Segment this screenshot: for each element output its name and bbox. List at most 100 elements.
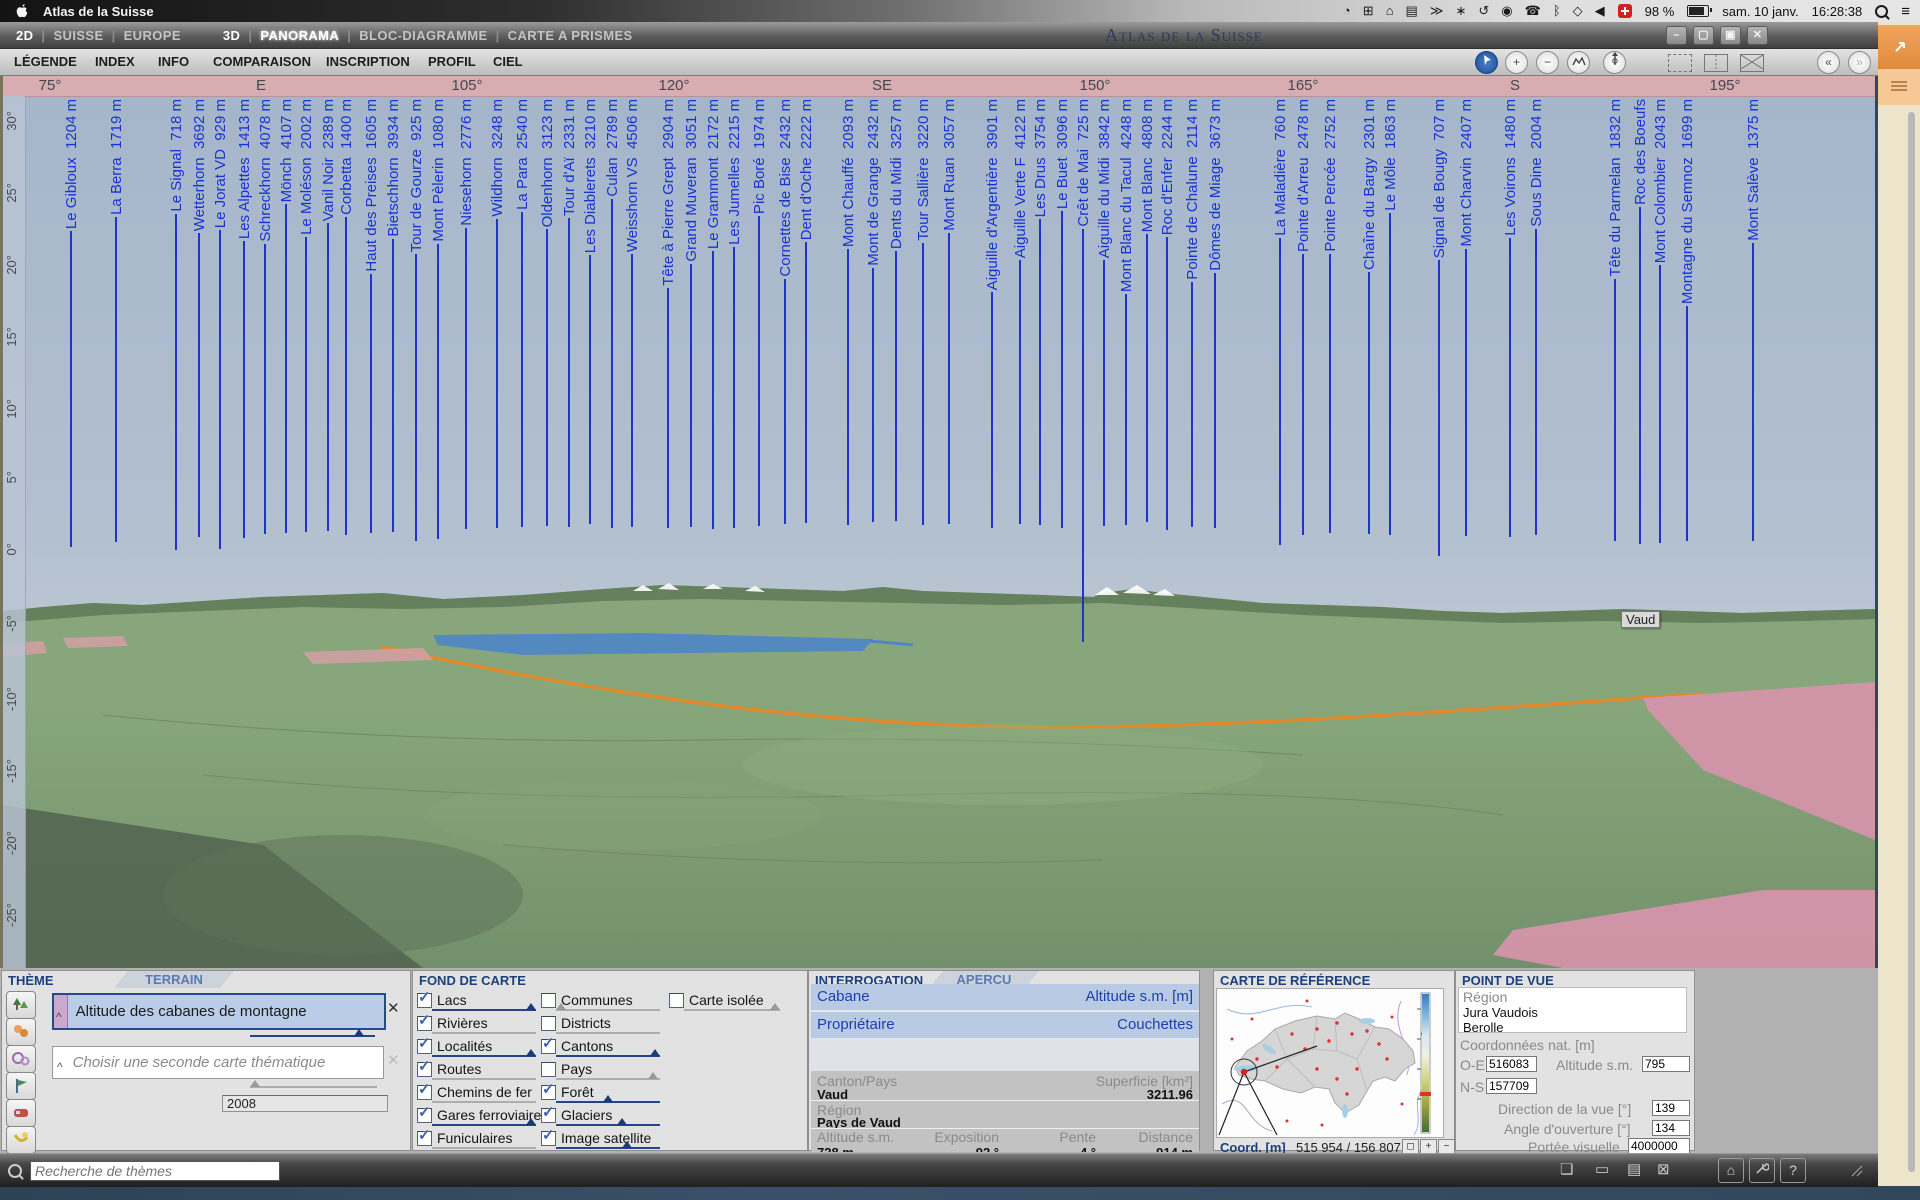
image-export-icon[interactable]: ⊠ [1657, 1160, 1670, 1178]
slider-handle[interactable] [648, 1072, 658, 1079]
keyboard-layout-swiss-icon[interactable] [1618, 4, 1632, 18]
volume-icon[interactable]: ◀ [1595, 0, 1605, 22]
mode-item-europe[interactable]: EUROPE [116, 28, 189, 43]
menu-time[interactable]: 16:28:38 [1812, 4, 1863, 19]
checkbox-cantons[interactable]: ✓ [541, 1039, 556, 1054]
mode-item-2d[interactable]: 2D [8, 28, 41, 43]
close-theme-icon[interactable]: ✕ [387, 999, 400, 1017]
layer-slider-communes[interactable] [556, 1009, 660, 1011]
menu-item-info[interactable]: INFO [158, 54, 189, 69]
slider-handle[interactable] [617, 1118, 627, 1125]
direction-field[interactable] [1652, 1100, 1690, 1116]
checkbox-rivie-res[interactable]: ✓ [417, 1016, 432, 1031]
menu-item-profil[interactable]: PROFIL [428, 54, 476, 69]
checkbox-gares-ferroviaires[interactable]: ✓ [417, 1108, 432, 1123]
layer-slider-carte-isole-e[interactable] [684, 1009, 780, 1011]
home-button[interactable]: ⌂ [1718, 1158, 1744, 1183]
menu-item-inscription[interactable]: INSCRIPTION [326, 54, 410, 69]
aperture-field[interactable] [1652, 1120, 1690, 1136]
widget-menu[interactable] [1878, 69, 1920, 105]
layer-slider-chemins-de-fer[interactable] [432, 1101, 536, 1103]
single-view-button[interactable] [1668, 54, 1692, 72]
notification-list-icon[interactable]: ≡ [1901, 3, 1910, 20]
checkbox-glaciers[interactable]: ✓ [541, 1108, 556, 1123]
layer-slider-localite-s[interactable] [432, 1055, 536, 1057]
slider-handle[interactable] [526, 1003, 536, 1010]
resize-grip[interactable] [1850, 1164, 1864, 1182]
theme-rail-communication-icon[interactable] [6, 1126, 36, 1154]
ns-field[interactable] [1486, 1078, 1537, 1094]
bluetooth-icon[interactable]: ᛒ [1553, 0, 1561, 22]
theme-opacity-slider[interactable] [250, 1035, 375, 1037]
theme-search-input[interactable] [30, 1161, 280, 1181]
previous-button[interactable]: « [1817, 51, 1840, 74]
second-theme-select[interactable]: ^ Choisir une seconde carte thématique [52, 1046, 384, 1079]
phone-icon[interactable]: ☎ [1525, 0, 1541, 22]
second-theme-slider[interactable] [250, 1086, 377, 1088]
next-button[interactable]: » [1848, 51, 1871, 74]
slider-handle[interactable] [603, 1095, 613, 1102]
layer-slider-image-satellite[interactable] [556, 1147, 660, 1149]
zoom-in-button[interactable]: + [1505, 51, 1528, 74]
printer-icon[interactable]: ▤ [1627, 1160, 1641, 1178]
mode-item-suisse[interactable]: SUISSE [45, 28, 111, 43]
chevrons-icon[interactable]: ≫ [1430, 0, 1444, 22]
menu-item-le-gende[interactable]: LÉGENDE [14, 54, 77, 69]
minimize-button[interactable]: – [1666, 26, 1687, 45]
mode-item-bloc-diagramme[interactable]: BLOC-DIAGRAMME [351, 28, 495, 43]
close-second-theme-icon[interactable]: ✕ [387, 1051, 400, 1069]
layer-slider-pays[interactable] [556, 1078, 660, 1080]
panorama-view[interactable]: 75°E105°120°SE150°165°S195° 30°25°20°15°… [0, 75, 1875, 968]
spotlight-icon[interactable] [1875, 5, 1888, 18]
copy-icon[interactable]: ❏ [1560, 1160, 1573, 1178]
navigate-button[interactable] [1475, 51, 1498, 74]
theme-rail-vegetation-icon[interactable] [6, 991, 36, 1019]
script-icon[interactable]: ∗ [1455, 0, 1466, 22]
altitude-field[interactable] [1642, 1056, 1690, 1072]
split-view-button[interactable] [1704, 54, 1728, 72]
menu-date[interactable]: sam. 10 janv. [1722, 4, 1798, 19]
close-button[interactable]: ✕ [1747, 26, 1768, 45]
slider-handle[interactable] [526, 1049, 536, 1056]
visual-range-field[interactable] [1628, 1138, 1690, 1154]
mode-item-3d[interactable]: 3D [215, 28, 248, 43]
displays-icon[interactable]: ⊞ [1363, 0, 1374, 22]
checkbox-chemins-de-fer[interactable]: ✓ [417, 1085, 432, 1100]
slider-handle[interactable] [622, 1141, 632, 1148]
checkbox-lacs[interactable]: ✓ [417, 993, 432, 1008]
folder-icon[interactable]: ▭ [1595, 1160, 1609, 1178]
slider-handle[interactable] [770, 1003, 780, 1010]
layer-slider-gares-ferroviaires[interactable] [432, 1124, 536, 1126]
mode-item-panorama[interactable]: PANORAMA [252, 28, 347, 43]
tools-button[interactable] [1749, 1158, 1775, 1183]
layer-slider-glaciers[interactable] [556, 1124, 660, 1126]
checkbox-carte-isole-e[interactable] [669, 993, 684, 1008]
menu-item-ciel[interactable]: CIEL [493, 54, 523, 69]
layer-slider-routes[interactable] [432, 1078, 536, 1080]
spaces-icon[interactable]: ▤ [1406, 0, 1418, 22]
theme-rail-state-icon[interactable] [6, 1072, 36, 1100]
checkbox-image-satellite[interactable]: ✓ [541, 1131, 556, 1146]
wifi-icon[interactable]: ◇ [1573, 0, 1583, 22]
layer-slider-lacs[interactable] [432, 1009, 536, 1011]
checkbox-fore-t[interactable]: ✓ [541, 1085, 556, 1100]
checkbox-districts[interactable] [541, 1016, 556, 1031]
slider-handle[interactable] [526, 1118, 536, 1125]
year-field[interactable]: 2008 [222, 1095, 388, 1112]
home-icon[interactable]: ⌂ [1386, 0, 1394, 22]
menu-item-comparaison[interactable]: COMPARAISON [213, 54, 311, 69]
checkbox-routes[interactable]: ✓ [417, 1062, 432, 1077]
theme-rail-society-icon[interactable] [6, 1018, 36, 1046]
overlay-view-button[interactable] [1740, 54, 1764, 72]
layer-slider-fore-t[interactable] [556, 1101, 660, 1103]
theme-rail-economy-icon[interactable] [6, 1045, 36, 1073]
restore-button[interactable]: ▢ [1693, 26, 1714, 45]
checkbox-localite-s[interactable]: ✓ [417, 1039, 432, 1054]
apple-menu-icon[interactable] [14, 3, 29, 19]
widget-header[interactable] [1878, 25, 1920, 69]
accessibility-icon[interactable]: ◉ [1501, 0, 1512, 22]
time-machine-icon[interactable]: ↺ [1478, 0, 1489, 22]
mode-item-carte-a-prismes[interactable]: CARTE A PRISMES [500, 28, 641, 43]
checkbox-pays[interactable] [541, 1062, 556, 1077]
oe-field[interactable] [1486, 1056, 1537, 1072]
